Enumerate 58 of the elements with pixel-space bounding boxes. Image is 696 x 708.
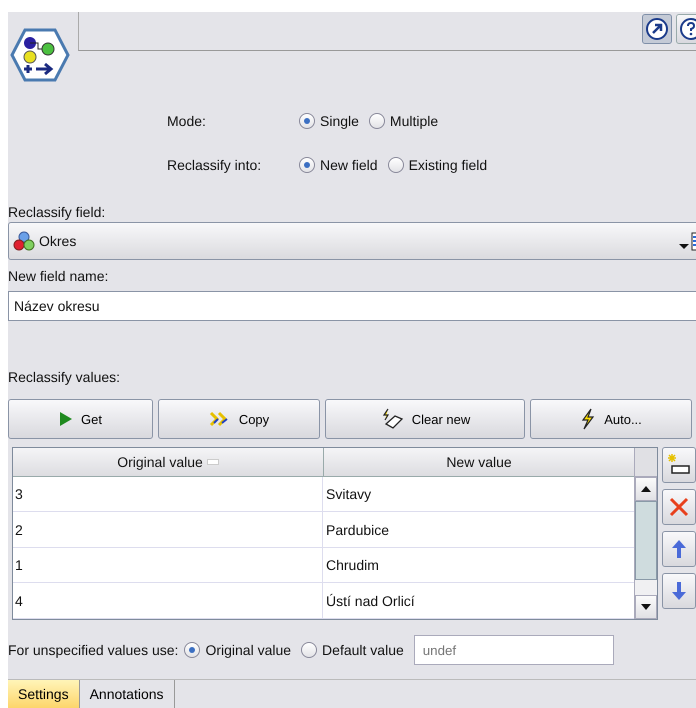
radio-option[interactable]: Single [299, 113, 359, 129]
radio-button[interactable] [299, 157, 315, 173]
dropdown-caret-icon [677, 231, 696, 251]
scroll-up-icon [641, 486, 651, 492]
table-cell: 4 [13, 583, 323, 618]
field-label: New field name: [8, 268, 110, 286]
radio-label: Original value [205, 642, 292, 658]
section-label: Reclassify values: [8, 369, 122, 387]
field-dropdown[interactable]: Okres [8, 222, 696, 260]
node-icon [10, 28, 70, 82]
open-in-window-button[interactable] [642, 14, 672, 44]
new-row-icon [667, 453, 691, 477]
new-field-name-input[interactable]: Název okresu [8, 291, 696, 321]
toolbar-button[interactable]: Get [8, 399, 153, 439]
arrow-down-icon [671, 581, 687, 601]
radio-button[interactable] [388, 157, 404, 173]
nominal-field-icon [13, 230, 35, 252]
arrow-up-icon [671, 539, 687, 559]
delete-icon [668, 496, 690, 518]
radio-button[interactable] [368, 113, 385, 129]
radio-option[interactable]: Multiple [368, 113, 438, 129]
column-header[interactable]: Original value [13, 448, 324, 476]
table-cell: 2 [13, 512, 323, 547]
radio-option[interactable]: Default value [301, 642, 404, 658]
help-icon [680, 18, 696, 40]
table-cell: 3 [13, 476, 323, 512]
tab[interactable]: Settings [8, 680, 80, 708]
radio-button[interactable] [301, 642, 318, 658]
radio-label: Default value [322, 642, 404, 658]
field-label: Reclassify field: [8, 204, 106, 222]
radio-label: Multiple [390, 113, 438, 129]
radio-button[interactable] [299, 113, 315, 129]
header-corner [635, 448, 657, 477]
default-value-input[interactable]: undef [414, 635, 614, 665]
table-cell: 1 [13, 548, 323, 582]
table-cell-text: Svitavy [325, 484, 372, 504]
table-cell-text: Pardubice [325, 520, 390, 540]
radio-label: Single [320, 113, 359, 129]
radio-label: Existing field [408, 157, 488, 173]
scrollbar[interactable] [634, 448, 657, 619]
radio-group-label: Reclassify into: [167, 157, 262, 173]
toolbar-button[interactable]: Clear new [325, 399, 525, 439]
radio-label: New field [320, 157, 378, 173]
radio-option[interactable]: Existing field [388, 157, 488, 173]
option-label: For unspecified values use: [8, 642, 178, 658]
toolbar-button[interactable]: Auto... [530, 399, 692, 439]
scroll-down-icon [641, 604, 651, 610]
radio-group-label: Mode: [167, 113, 207, 129]
radio-button[interactable] [184, 642, 200, 658]
radio-option[interactable]: New field [299, 157, 378, 173]
lightning-icon [580, 408, 596, 430]
table-cell-text: Ústí nad Orlicí [325, 592, 416, 611]
radio-option[interactable]: Original value [184, 642, 292, 658]
toolbar-button[interactable]: Copy [158, 399, 320, 439]
play-icon [59, 411, 74, 427]
table-cell-text: Chrudim [325, 556, 380, 576]
column-header[interactable]: New value [324, 448, 634, 476]
row-action-button[interactable] [662, 447, 696, 483]
